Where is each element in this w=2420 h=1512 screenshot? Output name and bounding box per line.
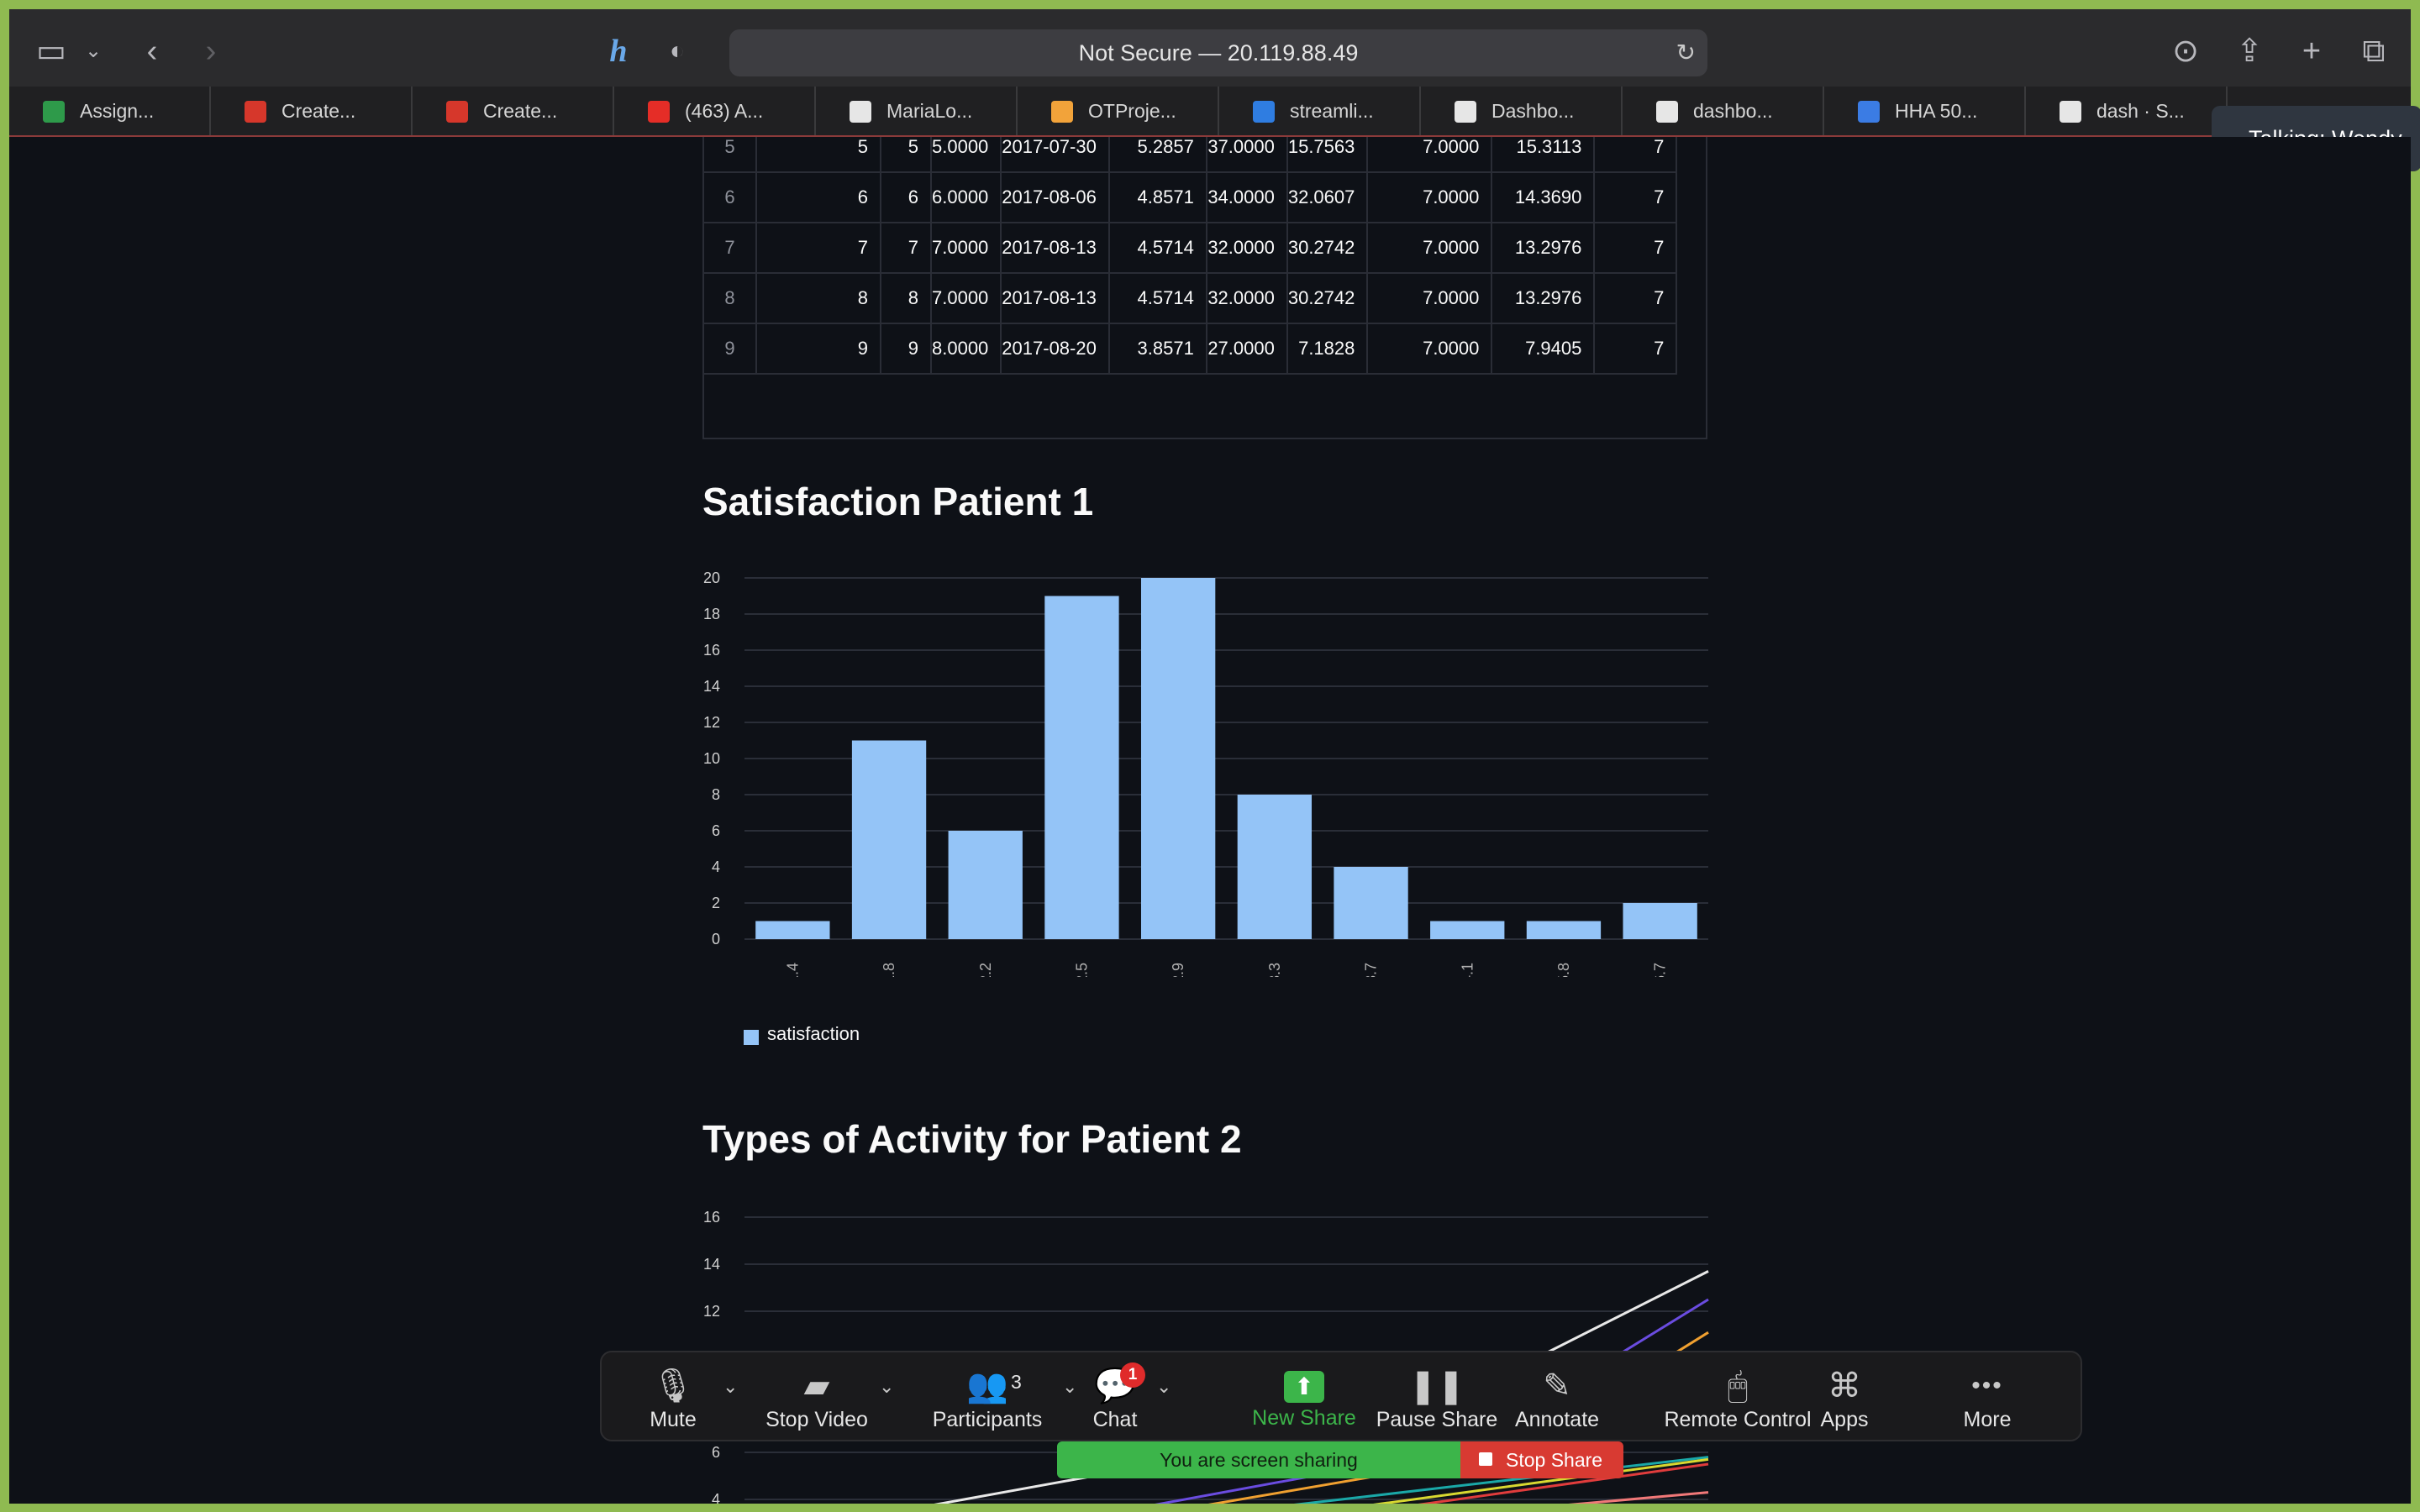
toolbar-label: Annotate <box>1514 1408 1600 1431</box>
toolbar-label: Pause Share <box>1376 1408 1498 1431</box>
sharing-text: You are screen sharing <box>1160 1449 1358 1471</box>
tab-label: MariaLo... <box>886 100 973 122</box>
chevron-down-icon[interactable]: ⌄ <box>723 1376 738 1398</box>
apps-icon: ⌘ <box>1828 1368 1861 1404</box>
tab-favicon-icon <box>1656 101 1678 123</box>
page-content: 5 5 5 5.0000 2017-07-30 5.2857 37.0000 15.7563 7… <box>9 137 2411 1504</box>
tab-label: dash · S... <box>2096 100 2185 122</box>
browser-tab[interactable]: Dashbo... <box>1421 87 1623 135</box>
more-dots-icon: ••• <box>1971 1372 2003 1399</box>
tab-favicon-icon <box>1455 101 1476 123</box>
browser-toolbar: ▭ ⌄ ‹ › h ◐ Not Secure — 20.119.88.49 ↻ … <box>9 9 2411 87</box>
tab-favicon-icon <box>43 101 65 123</box>
tab-favicon-icon <box>648 101 670 123</box>
annotate-button[interactable]: ✎ Annotate <box>1502 1352 1612 1443</box>
browser-tab[interactable]: MariaLo... <box>816 87 1018 135</box>
tab-label: dashbo... <box>1693 100 1773 122</box>
forward-arrow-icon[interactable]: › <box>186 26 236 76</box>
tab-favicon-icon <box>2060 101 2081 123</box>
stop-square-icon <box>1479 1452 1492 1466</box>
honey-extension-icon[interactable]: h <box>593 26 644 76</box>
more-button[interactable]: ••• More <box>1933 1352 2042 1443</box>
chevron-down-icon[interactable]: ⌄ <box>879 1376 894 1398</box>
browser-tab[interactable]: Assign... <box>9 87 211 135</box>
chevron-down-icon[interactable]: ⌄ <box>1156 1376 1171 1398</box>
microphone-icon: 🎙 <box>651 1368 695 1404</box>
zoom-meeting-toolbar: 🎙 Mute ⌄ ▰ Stop Video ⌄ 👥 Participants 3 ⌄ 💬 Chat 1 ⌄… <box>600 1351 2082 1441</box>
tab-favicon-icon <box>245 101 266 123</box>
tab-overview-icon[interactable]: ⧉ <box>2349 26 2399 76</box>
mute-button[interactable]: 🎙 Mute ⌄ <box>618 1352 738 1443</box>
y-tick-label: 4 <box>712 1491 720 1504</box>
tab-favicon-icon <box>446 101 468 123</box>
downloads-icon[interactable]: ⊙ <box>2160 26 2211 76</box>
share-arrow-icon: ⬆ <box>1284 1371 1324 1403</box>
tab-favicon-icon <box>850 101 871 123</box>
tab-label: (463) A... <box>685 100 764 122</box>
browser-tab[interactable]: dash · S... <box>2026 87 2228 135</box>
participants-button[interactable]: 👥 Participants 3 ⌄ <box>908 1352 1078 1443</box>
toolbar-label: Chat <box>1092 1408 1138 1431</box>
participants-icon: 👥 <box>966 1368 1008 1404</box>
toolbar-label: Participants <box>932 1408 1043 1431</box>
screen-sharing-indicator: You are screen sharing <box>1057 1441 1460 1478</box>
browser-tab[interactable]: streamli... <box>1219 87 1421 135</box>
apps-button[interactable]: ⌘ Apps <box>1798 1352 1891 1443</box>
activity-line-chart: 4 6 12 14 16 <box>703 1209 1709 1504</box>
tab-bar: Assign... Create... Create... (463) A... Mar… <box>9 87 2411 137</box>
tab-favicon-icon <box>1051 101 1073 123</box>
y-tick-label: 16 <box>703 1209 720 1226</box>
pause-share-button[interactable]: ❚❚ Pause Share <box>1361 1352 1512 1443</box>
tab-label: HHA 50... <box>1895 100 1978 122</box>
privacy-shield-icon[interactable]: ◐ <box>652 26 702 76</box>
stop-video-button[interactable]: ▰ Stop Video ⌄ <box>750 1352 894 1443</box>
stop-share-button[interactable]: Stop Share <box>1460 1441 1623 1478</box>
tab-label: OTProje... <box>1088 100 1176 122</box>
browser-tab[interactable]: OTProje... <box>1018 87 1219 135</box>
tab-label: Create... <box>483 100 558 122</box>
pause-icon: ❚❚ <box>1408 1368 1465 1404</box>
new-tab-icon[interactable]: + <box>2286 26 2337 76</box>
pencil-icon: ✎ <box>1543 1368 1571 1404</box>
toolbar-label: Mute <box>650 1408 697 1431</box>
url-text: Not Secure — 20.119.88.49 <box>1078 40 1359 66</box>
browser-tab[interactable]: (463) A... <box>614 87 816 135</box>
browser-tab[interactable]: dashbo... <box>1623 87 1824 135</box>
y-tick-label: 14 <box>703 1256 720 1273</box>
tab-label: Dashbo... <box>1491 100 1575 122</box>
browser-tab[interactable]: HHA 50... <box>1824 87 2026 135</box>
stop-share-label: Stop Share <box>1506 1449 1603 1471</box>
chevron-down-icon[interactable]: ⌄ <box>68 26 118 76</box>
address-bar[interactable]: Not Secure — 20.119.88.49 ↻ <box>729 29 1707 76</box>
tab-favicon-icon <box>1858 101 1880 123</box>
tab-label: Assign... <box>80 100 155 122</box>
chat-button[interactable]: 💬 Chat 1 ⌄ <box>1069 1352 1171 1443</box>
toolbar-label: More <box>1963 1408 2012 1431</box>
tab-label: Create... <box>281 100 356 122</box>
unread-badge: 1 <box>1120 1362 1145 1388</box>
toolbar-label: Stop Video <box>765 1408 868 1431</box>
tab-label: streamli... <box>1290 100 1374 122</box>
back-arrow-icon[interactable]: ‹ <box>127 26 177 76</box>
participant-count: 3 <box>1011 1371 1022 1393</box>
browser-tab[interactable]: Create... <box>413 87 614 135</box>
y-tick-label: 12 <box>703 1303 720 1320</box>
browser-tab[interactable]: Create... <box>211 87 413 135</box>
toolbar-label: Apps <box>1820 1408 1869 1431</box>
reload-icon[interactable]: ↻ <box>1676 29 1696 76</box>
chat-icon: 💬 <box>1094 1368 1136 1404</box>
tab-favicon-icon <box>1253 101 1275 123</box>
y-tick-label: 6 <box>712 1444 720 1461</box>
video-camera-icon: ▰ <box>803 1368 830 1404</box>
share-icon[interactable]: ⇪ <box>2224 26 2275 76</box>
